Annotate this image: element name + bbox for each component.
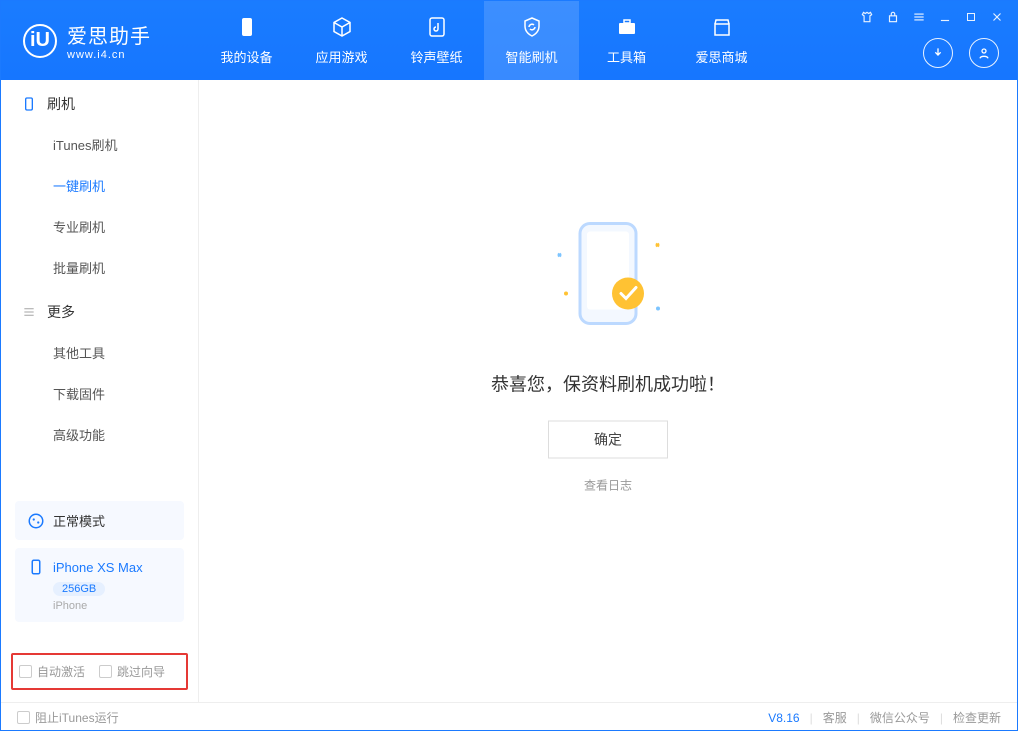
nav-tab-label: 爱思商城	[695, 47, 747, 66]
sidebar-section-title: 更多	[47, 302, 75, 322]
sidebar-section-more: 更多	[1, 288, 198, 332]
status-right: V8.16 | 客服 | 微信公众号 | 检查更新	[768, 709, 1001, 726]
main-content: 恭喜您，保资料刷机成功啦！ 确定 查看日志	[199, 80, 1017, 702]
sidebar-item-other-tools[interactable]: 其他工具	[1, 332, 198, 373]
phone-icon	[21, 96, 37, 112]
download-button[interactable]	[923, 38, 953, 68]
separator: |	[857, 711, 860, 725]
store-icon	[710, 15, 734, 39]
device-name: iPhone XS Max	[53, 560, 143, 575]
bottom-options: 自动激活 跳过向导	[11, 653, 188, 690]
separator: |	[940, 711, 943, 725]
sidebar-item-oneclick-flash[interactable]: 一键刷机	[1, 165, 198, 206]
titlebar-controls	[859, 9, 1005, 25]
music-file-icon	[425, 15, 449, 39]
close-icon[interactable]	[989, 9, 1005, 25]
customer-service-link[interactable]: 客服	[823, 709, 847, 726]
nav-tab-label: 智能刷机	[505, 47, 557, 66]
nav-tab-apps[interactable]: 应用游戏	[294, 1, 389, 80]
nav-tab-my-device[interactable]: 我的设备	[199, 1, 294, 80]
list-icon	[21, 304, 37, 320]
mode-label: 正常模式	[53, 511, 105, 530]
sidebar-item-itunes-flash[interactable]: iTunes刷机	[1, 124, 198, 165]
nav-tab-ringtones[interactable]: 铃声壁纸	[389, 1, 484, 80]
logo-area: iU 爱思助手 www.i4.cn	[1, 20, 199, 61]
maximize-icon[interactable]	[963, 9, 979, 25]
checkbox-label: 自动激活	[37, 663, 85, 680]
success-illustration	[538, 213, 678, 343]
device-type: iPhone	[53, 600, 172, 612]
logo-text: 爱思助手 www.i4.cn	[67, 20, 151, 61]
checkbox-icon	[99, 665, 112, 678]
device-icon	[235, 15, 259, 39]
sidebar-item-batch-flash[interactable]: 批量刷机	[1, 247, 198, 288]
checkbox-auto-activate[interactable]: 自动激活	[19, 663, 85, 680]
device-icon	[27, 558, 45, 576]
shield-sync-icon	[520, 15, 544, 39]
lock-icon[interactable]	[885, 9, 901, 25]
wechat-link[interactable]: 微信公众号	[870, 709, 930, 726]
status-left: 阻止iTunes运行	[17, 709, 119, 726]
sidebar-item-pro-flash[interactable]: 专业刷机	[1, 206, 198, 247]
checkbox-icon	[19, 665, 32, 678]
device-panel[interactable]: iPhone XS Max 256GB iPhone	[15, 548, 184, 622]
nav-tab-flash[interactable]: 智能刷机	[484, 1, 579, 80]
sidebar: 刷机 iTunes刷机 一键刷机 专业刷机 批量刷机 更多 其他工具 下载固件 …	[1, 80, 199, 702]
nav-tab-label: 我的设备	[220, 47, 272, 66]
checkbox-icon	[17, 711, 30, 724]
checkbox-block-itunes[interactable]: 阻止iTunes运行	[17, 709, 119, 726]
app-header: iU 爱思助手 www.i4.cn 我的设备 应用游戏 铃声壁纸 智能刷机 工具…	[1, 1, 1017, 80]
checkbox-label: 跳过向导	[117, 663, 165, 680]
header-right-buttons	[923, 38, 999, 68]
view-log-link[interactable]: 查看日志	[584, 476, 632, 493]
success-title: 恭喜您，保资料刷机成功啦！	[491, 370, 725, 396]
mode-panel[interactable]: 正常模式	[15, 501, 184, 540]
app-title: 爱思助手	[67, 20, 151, 49]
checkbox-skip-guide[interactable]: 跳过向导	[99, 663, 165, 680]
app-logo-icon: iU	[23, 24, 57, 58]
checkbox-label: 阻止iTunes运行	[35, 709, 119, 726]
check-update-link[interactable]: 检查更新	[953, 709, 1001, 726]
tshirt-icon[interactable]	[859, 9, 875, 25]
app-subtitle: www.i4.cn	[67, 49, 151, 61]
version-label[interactable]: V8.16	[768, 711, 799, 725]
nav-tab-label: 工具箱	[607, 47, 646, 66]
status-bar: 阻止iTunes运行 V8.16 | 客服 | 微信公众号 | 检查更新	[1, 702, 1017, 732]
nav-tab-label: 铃声壁纸	[410, 47, 462, 66]
device-panels: 正常模式 iPhone XS Max 256GB iPhone	[15, 501, 184, 630]
user-button[interactable]	[969, 38, 999, 68]
toolbox-icon	[615, 15, 639, 39]
sidebar-item-download-firmware[interactable]: 下载固件	[1, 373, 198, 414]
nav-tabs: 我的设备 应用游戏 铃声壁纸 智能刷机 工具箱 爱思商城	[199, 1, 769, 80]
minimize-icon[interactable]	[937, 9, 953, 25]
normal-mode-icon	[27, 512, 45, 530]
device-storage-badge: 256GB	[53, 582, 105, 596]
success-panel: 恭喜您，保资料刷机成功啦！ 确定 查看日志	[491, 213, 725, 494]
sidebar-section-flash: 刷机	[1, 80, 198, 124]
nav-tab-label: 应用游戏	[315, 47, 367, 66]
sidebar-section-title: 刷机	[47, 94, 75, 114]
nav-tab-store[interactable]: 爱思商城	[674, 1, 769, 80]
sidebar-item-advanced[interactable]: 高级功能	[1, 414, 198, 455]
cube-icon	[330, 15, 354, 39]
separator: |	[810, 711, 813, 725]
confirm-button[interactable]: 确定	[548, 420, 668, 458]
nav-tab-toolbox[interactable]: 工具箱	[579, 1, 674, 80]
menu-icon[interactable]	[911, 9, 927, 25]
